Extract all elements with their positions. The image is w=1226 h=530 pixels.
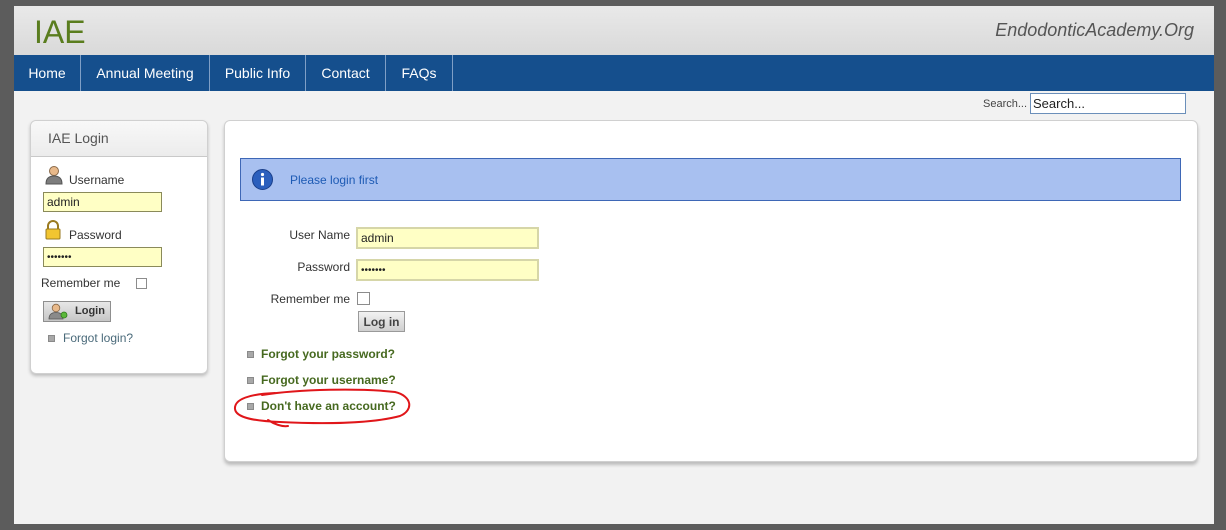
nav-faqs[interactable]: FAQs (386, 55, 453, 91)
forgot-login-link[interactable]: Forgot login? (63, 331, 133, 345)
site-domain: EndodonticAcademy.Org (995, 20, 1194, 40)
log-in-button[interactable]: Log in (358, 311, 405, 332)
remember-checkbox[interactable] (136, 278, 147, 289)
create-account-link[interactable]: Don't have an account? (261, 399, 396, 413)
password-field[interactable] (43, 247, 162, 267)
login-button-label: Login (75, 305, 105, 317)
site-header: IAE EndodonticAcademy.Org (14, 6, 1214, 55)
main-password-field[interactable] (356, 259, 539, 281)
bullet-icon (247, 377, 254, 384)
info-message-box: Please login first (240, 158, 1181, 201)
forgot-username-link[interactable]: Forgot your username? (261, 373, 396, 387)
browser-page: IAE EndodonticAcademy.Org Home Annual Me… (14, 6, 1214, 524)
lock-icon (45, 220, 61, 240)
module-header: IAE Login (31, 121, 207, 157)
sidebar-login-module: IAE Login Username Password Remember me … (30, 120, 208, 374)
remember-label: Remember me (41, 276, 121, 290)
login-button[interactable]: Login (43, 301, 111, 322)
nav-public-info[interactable]: Public Info (210, 55, 306, 91)
username-field[interactable] (43, 192, 162, 212)
user-name-field[interactable] (356, 227, 539, 249)
bullet-icon (247, 403, 254, 410)
login-user-icon (48, 303, 68, 320)
username-label: Username (69, 173, 125, 187)
nav-contact[interactable]: Contact (306, 55, 386, 91)
user-name-label: User Name (289, 228, 350, 242)
nav-home[interactable]: Home (14, 55, 81, 91)
forgot-password-link[interactable]: Forgot your password? (261, 347, 395, 361)
password-label: Password (69, 228, 122, 242)
nav-annual-meeting[interactable]: Annual Meeting (81, 55, 210, 91)
search-label: Search... (983, 98, 1028, 110)
main-password-label: Password (297, 260, 350, 274)
user-icon (45, 166, 63, 185)
main-remember-label: Remember me (270, 292, 350, 306)
bullet-icon (48, 335, 55, 342)
main-nav: Home Annual Meeting Public Info Contact … (14, 55, 1214, 91)
module-title: IAE Login (48, 130, 109, 146)
bullet-icon (247, 351, 254, 358)
info-message: Please login first (290, 173, 379, 187)
site-logo[interactable]: IAE (34, 14, 86, 51)
main-remember-checkbox[interactable] (357, 292, 370, 305)
info-icon (252, 169, 273, 190)
main-content: Please login first User Name Password Re… (224, 120, 1198, 462)
search-input[interactable] (1030, 93, 1186, 114)
